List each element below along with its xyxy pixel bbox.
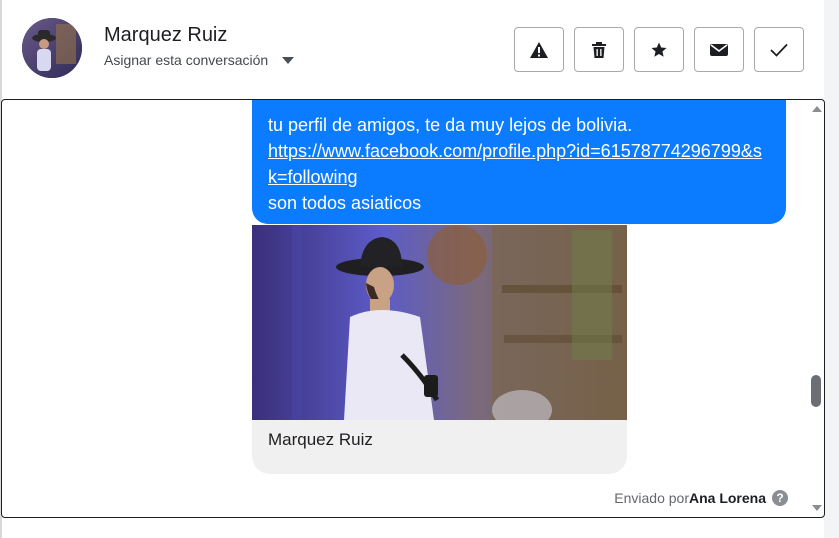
conversation-header: Marquez Ruiz Asignar esta conversación bbox=[0, 0, 824, 98]
message-text: tu perfil de amigos, te da muy lejos de … bbox=[268, 115, 633, 135]
scrollbar[interactable] bbox=[808, 100, 824, 517]
message-link[interactable]: https://www.facebook.com/profile.php?id=… bbox=[268, 138, 770, 190]
assign-label: Asignar esta conversación bbox=[104, 52, 269, 68]
sent-by: Enviado por Ana Lorena ? bbox=[614, 490, 788, 506]
outer-scroll-track bbox=[824, 0, 839, 538]
message-thread[interactable]: tu perfil de amigos, te da muy lejos de … bbox=[1, 99, 825, 518]
star-icon bbox=[651, 42, 667, 57]
action-toolbar bbox=[514, 27, 804, 72]
scroll-down-arrow[interactable] bbox=[812, 505, 822, 511]
scroll-thumb[interactable] bbox=[811, 375, 821, 407]
profile-photo bbox=[252, 225, 627, 420]
card-title: Marquez Ruiz bbox=[268, 430, 373, 449]
help-icon[interactable]: ? bbox=[772, 490, 788, 506]
check-icon bbox=[770, 43, 788, 57]
report-button[interactable] bbox=[514, 27, 564, 72]
assign-dropdown[interactable]: Asignar esta conversación bbox=[104, 52, 295, 68]
sent-by-name: Ana Lorena bbox=[688, 490, 766, 506]
chevron-down-icon bbox=[282, 56, 295, 64]
mark-done-button[interactable] bbox=[754, 27, 804, 72]
mark-unread-button[interactable] bbox=[694, 27, 744, 72]
contact-name: Marquez Ruiz bbox=[104, 24, 228, 46]
scroll-up-arrow[interactable] bbox=[812, 106, 822, 112]
message-text: son todos asiaticos bbox=[268, 193, 422, 213]
warning-icon bbox=[530, 41, 548, 58]
avatar[interactable] bbox=[22, 18, 82, 78]
profile-card[interactable]: Marquez Ruiz bbox=[252, 225, 627, 474]
star-button[interactable] bbox=[634, 27, 684, 72]
sent-by-prefix: Enviado por bbox=[614, 490, 689, 506]
mail-icon bbox=[710, 43, 728, 56]
delete-button[interactable] bbox=[574, 27, 624, 72]
trash-icon bbox=[592, 41, 606, 58]
conversation-view: Marquez Ruiz Asignar esta conversación t… bbox=[0, 0, 839, 538]
message-bubble: tu perfil de amigos, te da muy lejos de … bbox=[252, 100, 786, 224]
